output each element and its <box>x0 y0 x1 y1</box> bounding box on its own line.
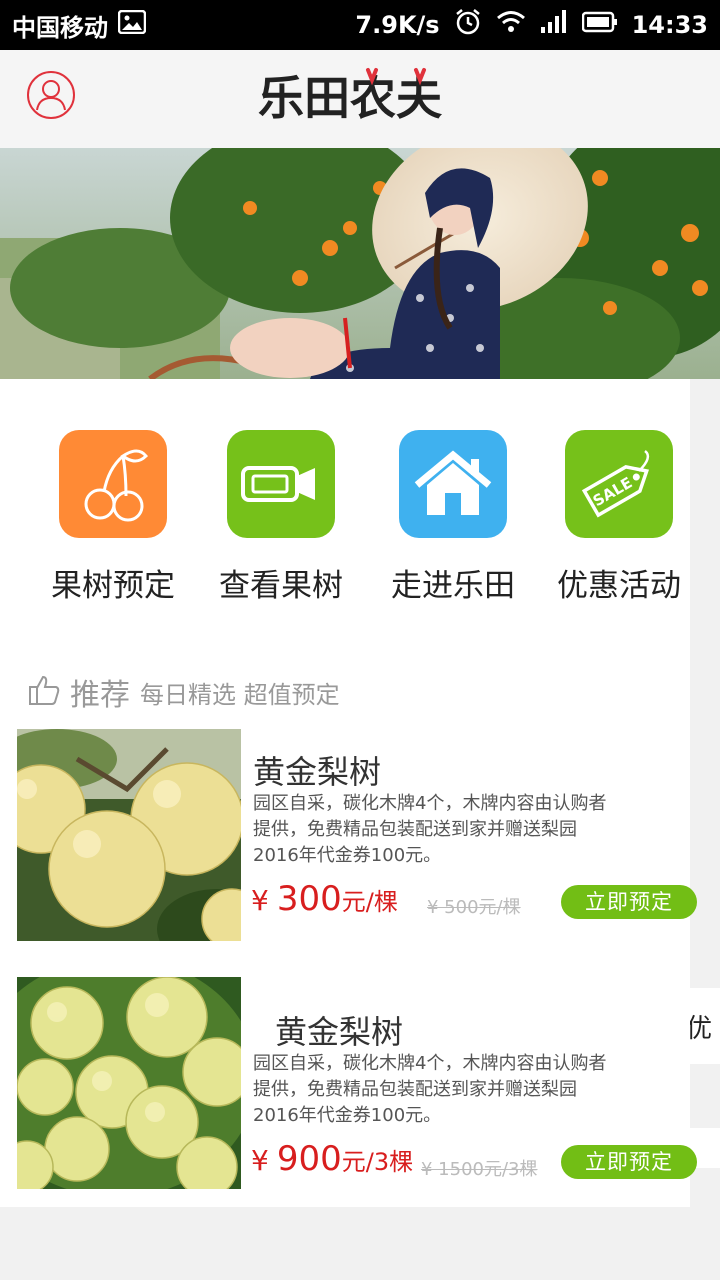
category-label: 走进乐田 <box>391 568 515 604</box>
product-name: 黄金梨树 <box>275 1013 404 1051</box>
reserve-button[interactable]: 立即预定 <box>561 885 697 919</box>
product-image[interactable] <box>17 729 241 941</box>
original-price: ¥ 500元/棵 <box>427 897 521 918</box>
alarm-icon <box>454 8 482 42</box>
category-promotions[interactable]: SALE 优惠活动 <box>544 430 694 605</box>
category-label: 优惠活动 <box>557 568 681 604</box>
original-price: ¥ 1500元/3棵 <box>421 1159 538 1180</box>
signal-icon <box>540 10 568 40</box>
wifi-icon <box>496 10 526 40</box>
category-fruit-tree-reserve[interactable]: 果树预定 <box>38 430 188 605</box>
product-image[interactable] <box>17 977 241 1189</box>
category-label: 查看果树 <box>219 568 343 604</box>
product-card[interactable]: 黄金梨树 园区自采，碳化木牌4个，木牌内容由认购者 提供，免费精品包装配送到家并… <box>17 729 697 941</box>
status-bar: 中国移动 7.9K/s 14:33 <box>0 0 720 50</box>
svg-text:SALE: SALE <box>590 474 636 511</box>
product-name: 黄金梨树 <box>253 753 382 791</box>
product-price: ¥ 900 元/3棵 <box>251 1139 414 1179</box>
recommend-header: 推荐 每日精选 超值预定 <box>28 670 340 714</box>
reserve-button[interactable]: 立即预定 <box>561 1145 697 1179</box>
sale-tag-icon: SALE <box>565 430 673 538</box>
gallery-notification-icon <box>117 9 147 40</box>
recommend-title: 推荐 <box>70 678 130 713</box>
category-visit-letian[interactable]: 走进乐田 <box>378 430 528 605</box>
promo-banner[interactable] <box>0 148 720 379</box>
battery-icon <box>581 10 618 40</box>
recommend-subtitle: 每日精选 超值预定 <box>140 680 340 709</box>
network-speed: 7.9K/s <box>355 11 440 39</box>
home-icon <box>399 430 507 538</box>
camera-icon <box>227 430 335 538</box>
category-view-trees[interactable]: 查看果树 <box>206 430 356 605</box>
product-description: 园区自采，碳化木牌4个，木牌内容由认购者 提供，免费精品包装配送到家并赠送梨园 … <box>253 793 607 866</box>
logo-text: 乐田农夫 <box>258 71 443 125</box>
category-label: 果树预定 <box>51 568 175 604</box>
product-price: ¥ 300 元/棵 <box>251 879 398 919</box>
clock: 14:33 <box>631 11 708 39</box>
product-card[interactable]: 黄金梨树 园区自采，碳化木牌4个，木牌内容由认购者 提供，免费精品包装配送到家并… <box>17 977 697 1189</box>
brand-logo: 乐田农夫 <box>250 62 450 132</box>
carrier-name: 中国移动 <box>12 13 108 42</box>
user-avatar-icon[interactable] <box>26 70 76 120</box>
thumbs-up-icon <box>28 674 60 710</box>
product-description: 园区自采，碳化木牌4个，木牌内容由认购者 提供，免费精品包装配送到家并赠送梨园 … <box>253 1053 607 1126</box>
app-header: 乐田农夫 <box>0 50 720 148</box>
cherry-icon <box>59 430 167 538</box>
